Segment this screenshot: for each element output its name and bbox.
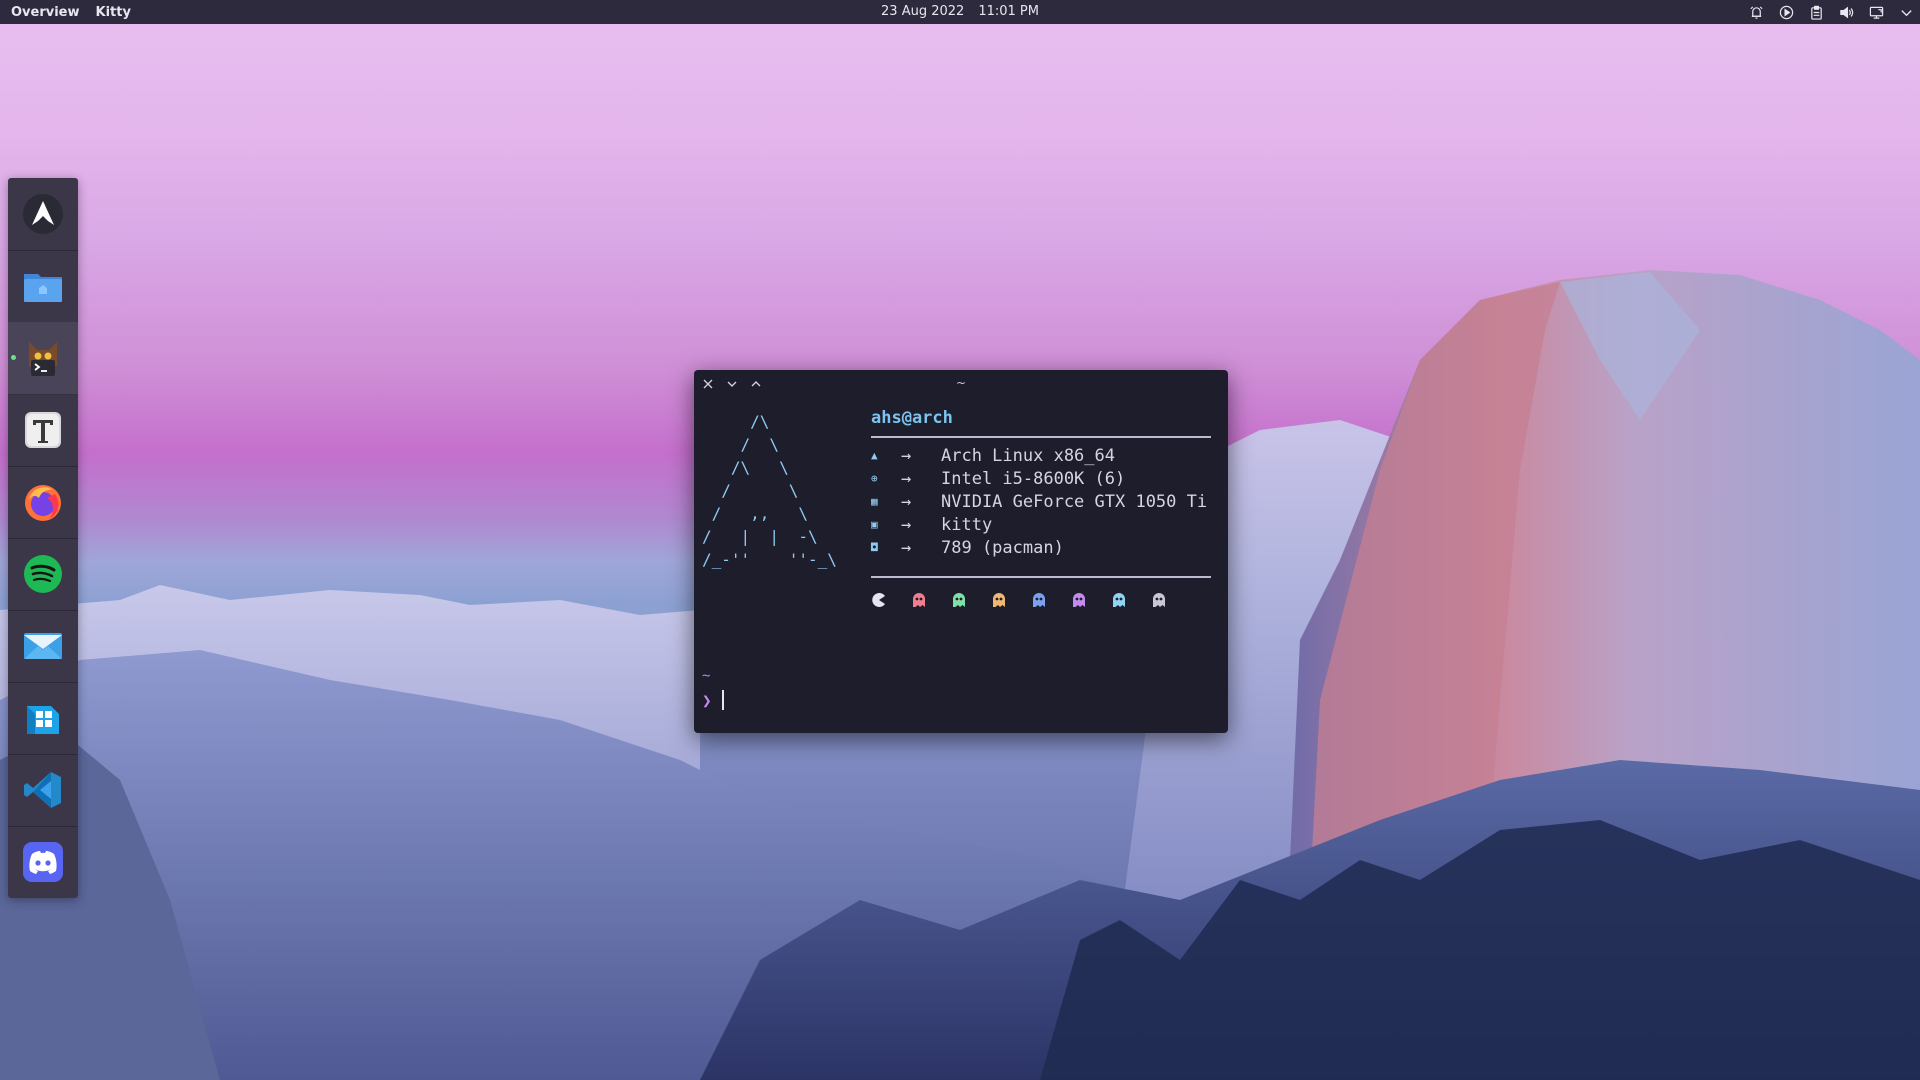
ascii-logo: /\ / \ /\ \ / \ / ,, \ / | | -\ /_-'' ''… (702, 412, 837, 569)
mail-icon (24, 633, 62, 659)
volume-icon[interactable] (1838, 4, 1854, 20)
gpu-value: NVIDIA GeForce GTX 1050 Ti (941, 491, 1208, 512)
dock-item-vscode[interactable] (8, 754, 78, 827)
dock (8, 178, 78, 898)
chevron-down-icon[interactable] (1898, 4, 1914, 20)
color-palette (871, 592, 1167, 608)
terminal-titlebar[interactable]: ~ (694, 370, 1228, 398)
folder-icon (24, 274, 62, 302)
prompt-directory: ~ (702, 668, 711, 684)
info-row-os: ▲ → Arch Linux x86_64 (871, 444, 1115, 467)
dock-item-files[interactable] (8, 250, 78, 323)
gpu-icon: ▦ (871, 495, 878, 508)
arrow: → (901, 491, 912, 512)
time-label: 11:01 PM (978, 4, 1039, 19)
discord-icon (23, 842, 63, 882)
running-indicator (11, 355, 16, 360)
package-icon: ◘ (871, 541, 878, 554)
pacman-icon (872, 593, 885, 607)
ghost-icon (913, 593, 925, 607)
ghost-icon (953, 593, 965, 607)
divider-bottom (871, 576, 1211, 578)
arrow: → (901, 445, 912, 466)
spotify-icon (24, 555, 62, 593)
dock-item-spotify[interactable] (8, 538, 78, 611)
alarm-icon[interactable] (1748, 4, 1764, 20)
arrow: → (901, 514, 912, 535)
ghost-icon (1113, 593, 1125, 607)
dock-item-mail[interactable] (8, 610, 78, 683)
arch-icon: ▲ (871, 449, 878, 462)
arrow: → (901, 537, 912, 558)
firefox-icon (25, 485, 61, 521)
cpu-icon: ⊕ (871, 472, 878, 485)
info-row-gpu: ▦ → NVIDIA GeForce GTX 1050 Ti (871, 490, 1207, 513)
ghost-icon (993, 593, 1005, 607)
software-store-icon (27, 706, 59, 734)
info-row-packages: ◘ → 789 (pacman) (871, 536, 1064, 559)
ghost-icon (1153, 593, 1165, 607)
date-label: 23 Aug 2022 (881, 4, 965, 19)
terminal-value: kitty (941, 514, 993, 535)
cpu-value: Intel i5-8600K (6) (941, 468, 1126, 489)
kitty-terminal-icon (29, 342, 57, 376)
focused-app-label[interactable]: Kitty (96, 5, 131, 20)
prompt-symbol: ❯ (702, 690, 712, 710)
dock-item-firefox[interactable] (8, 466, 78, 539)
text-cursor (721, 690, 724, 710)
clipboard-icon[interactable] (1808, 4, 1824, 20)
user-host: ahs@arch (871, 408, 953, 428)
vscode-icon (24, 772, 61, 808)
display-icon[interactable] (1868, 4, 1884, 20)
terminal-content[interactable]: /\ / \ /\ \ / \ / ,, \ / | | -\ /_-'' ''… (694, 398, 1228, 733)
window-title: ~ (955, 376, 967, 390)
packages-value: 789 (pacman) (941, 537, 1064, 558)
top-bar: Overview Kitty 23 Aug 2022 11:01 PM (0, 0, 1920, 24)
terminal-icon: ▣ (871, 518, 878, 531)
dock-item-kitty[interactable] (8, 322, 78, 395)
dock-item-discord[interactable] (8, 826, 78, 898)
arch-linux-icon (23, 194, 63, 234)
os-value: Arch Linux x86_64 (941, 445, 1115, 466)
terminal-window[interactable]: ~ /\ / \ /\ \ / \ / ,, \ / | | -\ /_-'' … (694, 370, 1228, 733)
divider-top (871, 436, 1211, 438)
clock[interactable]: 23 Aug 2022 11:01 PM (881, 4, 1039, 19)
dock-item-arch[interactable] (8, 178, 78, 251)
ghost-icon (1033, 593, 1045, 607)
media-play-icon[interactable] (1778, 4, 1794, 20)
dock-item-software-store[interactable] (8, 682, 78, 755)
ghost-icon (1073, 593, 1085, 607)
info-row-terminal: ▣ → kitty (871, 513, 992, 536)
prompt-line[interactable]: ❯ (702, 690, 724, 710)
arrow: → (901, 468, 912, 489)
info-row-cpu: ⊕ → Intel i5-8600K (6) (871, 467, 1125, 490)
text-editor-icon (25, 412, 61, 448)
dock-item-text-editor[interactable] (8, 394, 78, 467)
activities-button[interactable]: Overview (11, 5, 80, 20)
